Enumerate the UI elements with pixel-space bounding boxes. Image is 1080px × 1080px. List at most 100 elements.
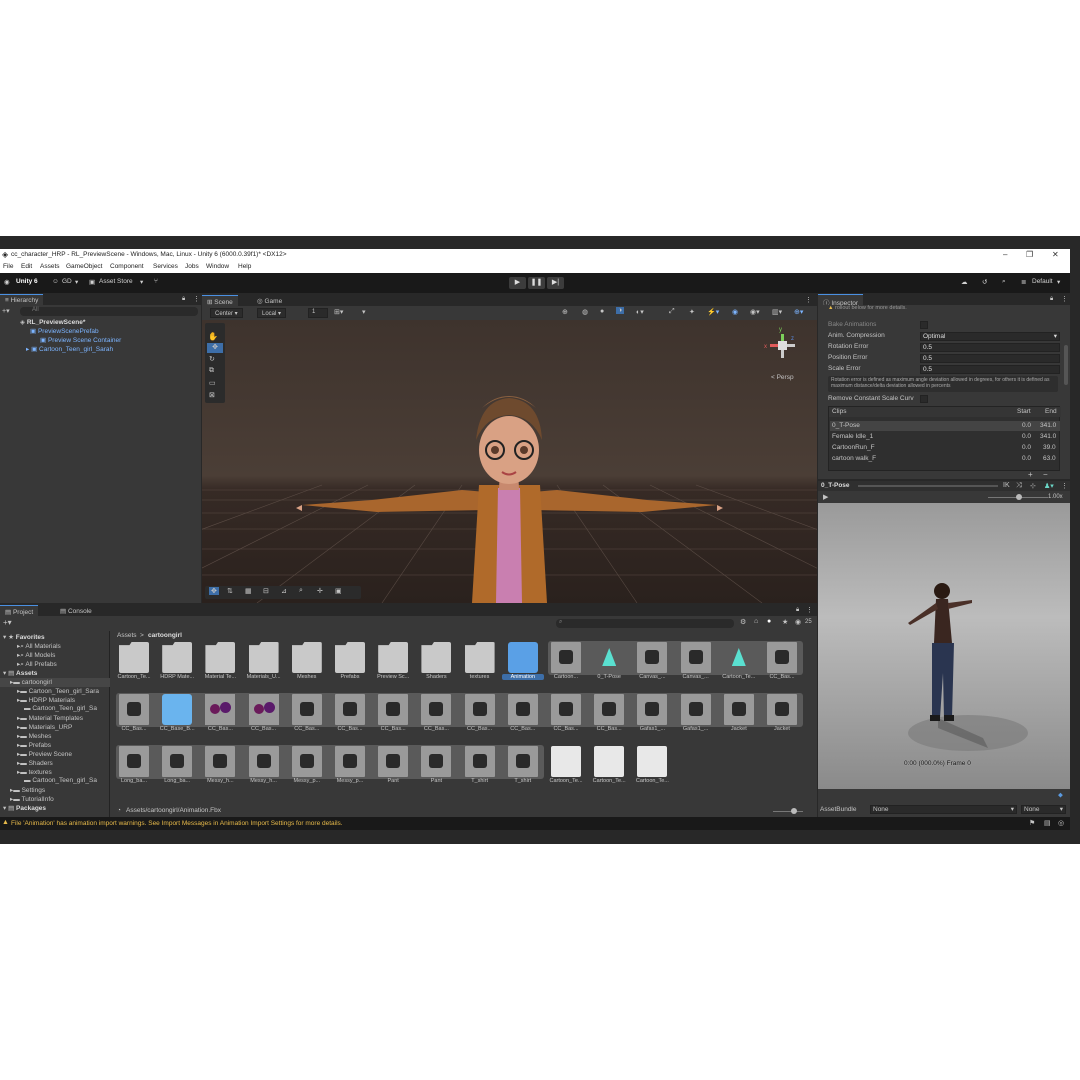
status-message[interactable]: File 'Animation' has animation import wa… — [11, 820, 343, 827]
space-dropdown[interactable]: Local ▾ — [257, 308, 287, 318]
search-icon[interactable]: ⌕ — [1002, 278, 1006, 286]
tree-item[interactable]: ▾ ★ Favorites — [0, 633, 110, 642]
position-error-input[interactable]: 0.5 — [920, 354, 1060, 363]
scale-tool-icon[interactable]: ⧉ — [209, 367, 214, 375]
asset-item[interactable]: Pant — [415, 746, 457, 794]
transform-tool-icon[interactable]: ⊠ — [209, 391, 215, 399]
settings-icon[interactable]: ▤ — [1044, 819, 1051, 827]
asset-item[interactable]: Cartoon... — [545, 642, 587, 690]
menu-gameobject[interactable]: GameObject — [66, 263, 103, 270]
tree-item[interactable]: ▸▬ HDRP Materials — [0, 696, 110, 705]
more-menu-icon[interactable]: ⋮ — [806, 606, 813, 614]
asset-item[interactable]: CC_Bas... — [761, 642, 803, 690]
asset-item[interactable]: Cartoon_Te... — [718, 642, 760, 690]
tab-scene[interactable]: ⊞ Scene — [202, 295, 238, 306]
rotate-tool-icon[interactable]: ↻ — [209, 355, 215, 363]
asset-item[interactable]: CC_Bas... — [415, 694, 457, 742]
asset-item[interactable]: textures — [459, 642, 501, 690]
remove-clip-button[interactable]: − — [1043, 470, 1048, 479]
gizmos-icon[interactable]: ⊕▾ — [794, 308, 803, 316]
unity-version-button[interactable]: Unity 6 — [16, 278, 38, 285]
pause-button[interactable]: ❚❚ — [528, 277, 545, 289]
asset-item[interactable]: CC_Bas... — [588, 694, 630, 742]
project-search-input[interactable]: ⌕ — [556, 619, 734, 628]
gizmo-neg-y-arrow[interactable] — [781, 350, 784, 358]
cloud-icon[interactable]: ☁ — [961, 278, 968, 286]
tab-hierarchy[interactable]: ≡ Hierarchy — [0, 294, 44, 305]
warning-filter-icon[interactable]: ● — [767, 618, 771, 625]
asset-item[interactable]: Materials_U... — [243, 642, 285, 690]
layers-icon[interactable]: ≣ — [1021, 278, 1026, 286]
more-menu-icon[interactable]: ⋮ — [193, 295, 200, 303]
tree-item[interactable]: ▸⌕ All Prefabs — [0, 660, 110, 669]
clip-row[interactable]: Female Idle_1 0.0 341.0 — [830, 432, 1060, 442]
asset-item[interactable]: Meshes — [286, 642, 328, 690]
effects-toggle-icon[interactable]: ◉ — [732, 308, 738, 316]
asset-item[interactable]: Animation — [501, 642, 544, 690]
move-tool-icon[interactable]: ✥ — [207, 343, 223, 353]
debug-icon[interactable]: ⚑ — [1029, 819, 1035, 827]
mirror-icon[interactable]: ⤨ — [1016, 482, 1022, 490]
asset-item[interactable]: 0_T-Pose — [588, 642, 630, 690]
asset-item[interactable]: T_shirt — [502, 746, 544, 794]
asset-item[interactable]: CC_Base_B... — [156, 694, 198, 742]
asset-item[interactable]: Material Te... — [199, 642, 241, 690]
asset-label-icon[interactable]: ⬥ — [1058, 792, 1068, 802]
close-button[interactable]: ✕ — [1052, 250, 1059, 259]
asset-item[interactable]: CC_Bas... — [329, 694, 371, 742]
asset-item[interactable]: CC_Bas... — [502, 694, 544, 742]
preview-viewport[interactable]: 0:00 (000.0%) Frame 0 — [818, 503, 1070, 789]
asset-item[interactable]: Cartoon_Te... — [588, 746, 630, 794]
menu-help[interactable]: Help — [238, 263, 251, 270]
lighting-toggle-icon[interactable]: ✦ — [689, 308, 695, 316]
asset-item[interactable]: CC_Bas... — [199, 694, 241, 742]
asset-item[interactable]: Messy_h... — [199, 746, 241, 794]
tree-item[interactable]: ▬ Cartoon_Teen_girl_Sa — [0, 705, 110, 714]
avatar-icon[interactable]: ♟▾ — [1044, 482, 1054, 490]
shading-lit-icon[interactable]: ◑ — [616, 307, 625, 314]
2d-toggle-icon[interactable]: ⤢ — [669, 308, 675, 316]
icon-size-slider-thumb[interactable] — [791, 808, 797, 814]
asset-item[interactable]: CC_Bas... — [372, 694, 414, 742]
orientation-gizmo[interactable]: y x z — [762, 327, 802, 367]
preview-drag-bar[interactable] — [858, 485, 998, 487]
scene-viewport[interactable]: ✋ ✥ ↻ ⧉ ▭ ⊠ y x z < Persp ✥ ⇅ ▦ ⊟ ⊿ ⌕ ✛ … — [202, 320, 817, 603]
tree-item[interactable]: ▸▬ Meshes — [0, 732, 110, 741]
asset-item[interactable]: CC_Bas... — [545, 694, 587, 742]
tree-item[interactable]: ▾ ▤ Packages — [0, 804, 110, 813]
asset-item[interactable]: Cartoon_Te... — [113, 642, 155, 690]
hierarchy-row-prefab[interactable]: ▣ PreviewScenePrefab — [0, 327, 201, 336]
pivot-icon[interactable]: ✛ — [317, 587, 323, 595]
asset-item[interactable]: CC_Bas... — [286, 694, 328, 742]
asset-item[interactable]: CC_Bas... — [113, 694, 155, 742]
clip-row[interactable]: cartoon walk_F 0.0 63.0 — [830, 454, 1060, 464]
asset-item[interactable]: CC_Bas... — [243, 694, 285, 742]
minimize-button[interactable]: – — [1003, 250, 1007, 259]
play-icon[interactable]: ▶ — [823, 493, 828, 501]
hierarchy-row-scene[interactable]: ◈ RL_PreviewScene* — [0, 318, 201, 327]
asset-item[interactable]: Canvas_... — [631, 642, 673, 690]
shading-solid-icon[interactable]: ● — [600, 308, 604, 315]
history-icon[interactable]: ↺ — [982, 278, 987, 286]
projection-label[interactable]: < Persp — [771, 374, 794, 381]
asset-item[interactable]: Canvas_... — [675, 642, 717, 690]
favorite-icon[interactable]: ★ — [782, 618, 788, 626]
asset-item[interactable]: Messy_p... — [286, 746, 328, 794]
progress-icon[interactable]: ◎ — [1058, 819, 1064, 827]
add-clip-button[interactable]: + — [1028, 470, 1033, 479]
account-dropdown[interactable]: GD — [62, 278, 72, 285]
asset-variant-dropdown[interactable]: None ▾ — [1021, 805, 1066, 814]
render-mode-icon[interactable]: ◐▾ — [636, 308, 644, 316]
tab-inspector[interactable]: ⓘ Inspector — [818, 294, 864, 307]
breadcrumb-cartoongirl[interactable]: cartoongirl — [148, 632, 182, 639]
inspector-scrollbar[interactable] — [1064, 345, 1068, 385]
scale-error-input[interactable]: 0.5 — [920, 365, 1060, 374]
grid-icon[interactable]: ▦ — [245, 587, 252, 595]
audio-toggle-icon[interactable]: ⚡▾ — [707, 308, 719, 316]
tree-item[interactable]: ▸▬ textures — [0, 768, 110, 777]
tab-project[interactable]: ▤ Project — [0, 605, 39, 616]
version-control-icon[interactable]: ⑂ — [154, 278, 158, 285]
tree-item[interactable]: ▸⌕ All Models — [0, 651, 110, 660]
hidden-objects-icon[interactable]: ◉▾ — [750, 308, 760, 316]
search-icon[interactable]: ⌕ — [299, 587, 303, 595]
